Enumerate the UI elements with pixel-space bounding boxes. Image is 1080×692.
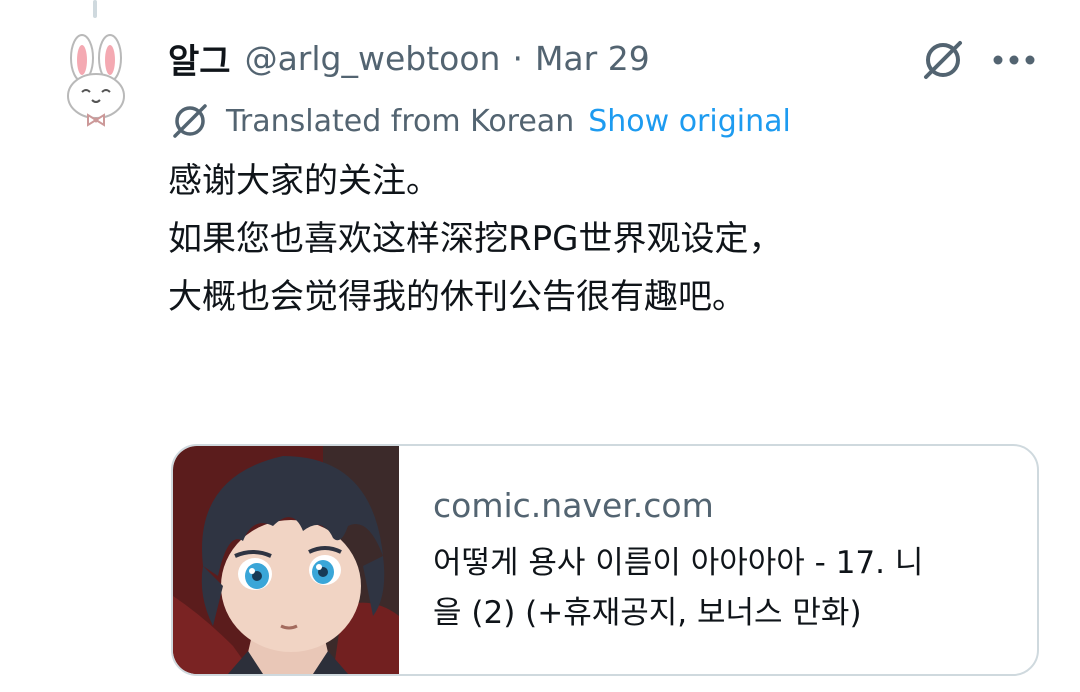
thread-connector-line [93, 0, 97, 18]
bunny-avatar-icon [67, 34, 125, 127]
grok-translate-icon [173, 104, 207, 138]
card-thumbnail [173, 446, 399, 674]
user-handle[interactable]: @arlg_webtoon [245, 39, 501, 78]
tweet-text-line: 如果您也喜欢这样深挖RPG世界观设定， [168, 219, 783, 259]
more-options-icon[interactable] [990, 36, 1038, 84]
card-text: comic.naver.com 어떻게 용사 이름이 아아아아 - 17. 니 … [399, 446, 1037, 674]
tweet-text-line: 大概也会觉得我的休刊公告很有趣吧。 [168, 277, 746, 317]
avatar[interactable] [60, 32, 132, 136]
tweet-text: 感谢大家的关注。 如果您也喜欢这样深挖RPG世界观设定， 大概也会觉得我的休刊公… [168, 152, 1048, 326]
tweet-text-line: 感谢大家的关注。 [168, 161, 440, 201]
show-original-link[interactable]: Show original [588, 104, 791, 139]
tweet-date[interactable]: Mar 29 [535, 39, 650, 78]
translation-notice: Translated from Korean Show original [170, 100, 791, 142]
card-title-line: 을 (2) (+휴재공지, 보너스 만화) [433, 595, 862, 631]
card-title-line: 어떻게 용사 이름이 아아아아 - 17. 니 [433, 545, 924, 581]
grok-icon[interactable] [918, 36, 968, 84]
link-preview-card[interactable]: comic.naver.com 어떻게 용사 이름이 아아아아 - 17. 니 … [171, 444, 1039, 676]
translated-from-label: Translated from Korean [226, 103, 575, 139]
tweet-header: 알그 @arlg_webtoon · Mar 29 [168, 34, 650, 82]
display-name[interactable]: 알그 [168, 34, 231, 83]
separator-dot: · [512, 38, 523, 78]
card-domain: comic.naver.com [433, 486, 714, 525]
